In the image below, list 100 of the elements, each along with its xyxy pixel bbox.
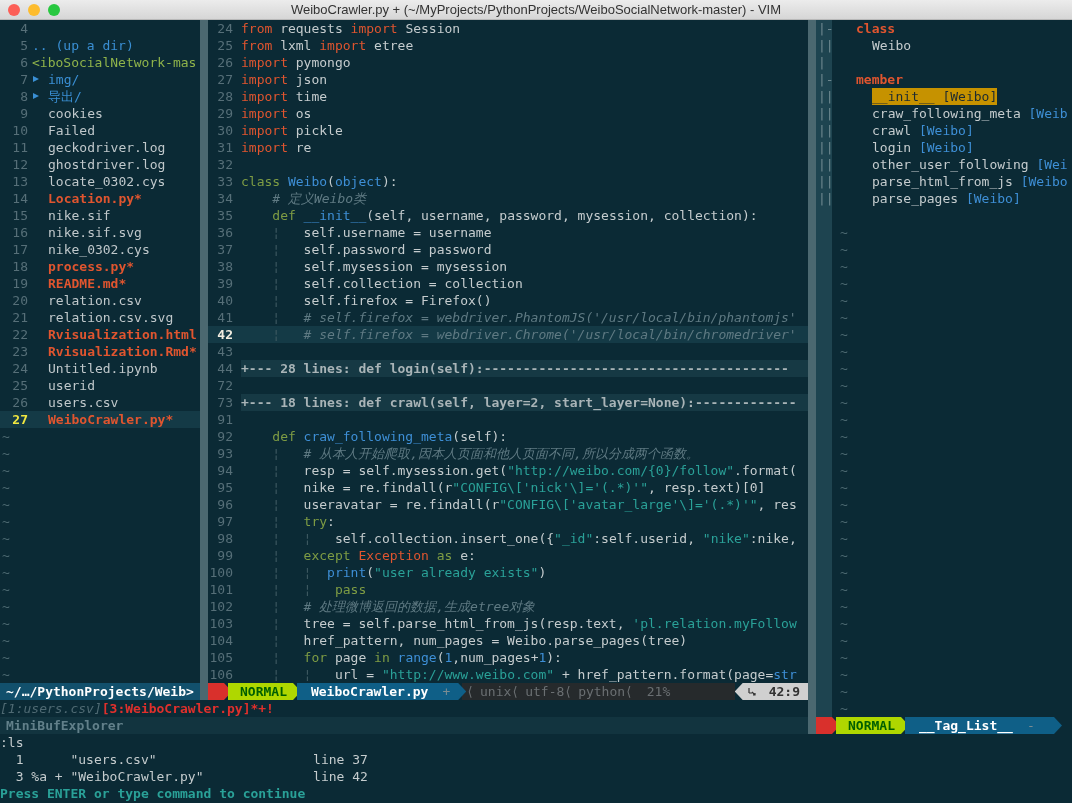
line-number: 96 (216, 496, 234, 513)
line-number: 24 (11, 360, 28, 377)
empty-line-marker: ~ (1, 598, 10, 615)
path-text: ~/…/PythonProjects/Weib> (6, 684, 194, 699)
empty-line-marker: ~ (839, 615, 848, 632)
code-line: ¦ # self.firefox = webdriver.PhantomJS('/usr/local/bin/phantomjs' (271, 309, 797, 326)
file-name[interactable]: userid (48, 377, 95, 394)
line-number: 91 (216, 411, 234, 428)
line-number: 17 (11, 241, 28, 258)
empty-line-marker: ~ (839, 326, 848, 343)
file-name[interactable]: Failed (48, 122, 95, 139)
fold-marker[interactable]: | (818, 55, 826, 70)
file-name[interactable]: nike.sif.svg (48, 224, 142, 241)
tag-entry[interactable]: other_user_following [Wei (872, 156, 1068, 173)
file-name[interactable]: Untitled.ipynb (48, 360, 158, 377)
file-name[interactable]: users.csv (48, 394, 119, 411)
empty-line-marker: ~ (839, 411, 848, 428)
line-number: 23 (11, 343, 28, 360)
file-name[interactable]: locate_0302.cys (48, 173, 166, 190)
line-number: 106 (208, 666, 234, 683)
file-name[interactable]: Location.py* (48, 190, 142, 207)
fold-marker[interactable]: || (818, 38, 834, 53)
file-name[interactable]: cookies (48, 105, 103, 122)
tag-entry[interactable]: parse_pages [Weibo] (872, 190, 1021, 207)
file-info: ⟨ unix⟨ utf-8⟨ python⟨ 21% (462, 683, 735, 700)
file-name[interactable]: Rvisualization.html (48, 326, 197, 343)
tag-group-heading[interactable]: class (856, 20, 896, 37)
tag-entry[interactable]: craw_following_meta [Weib (872, 105, 1068, 122)
code-line: ¦ nike = re.findall(r"CONFIG\['nick'\]='(.*)'", resp.text)[0] (271, 479, 766, 496)
code-line: def __init__(self, username, password, mysession, collection): (271, 207, 758, 224)
code-line: ¦ ¦ pass (271, 581, 367, 598)
line-number: 93 (216, 445, 234, 462)
empty-line-marker: ~ (1, 513, 10, 530)
tag-entry[interactable]: parse_html_from_js [Weibo (872, 173, 1068, 190)
line-number: 72 (216, 377, 234, 394)
tag-entry[interactable]: login [Weibo] (872, 139, 974, 156)
root-folder-name[interactable]: <iboSocialNetwork-mas (32, 54, 197, 71)
empty-line-marker: ~ (839, 241, 848, 258)
close-button[interactable] (8, 3, 20, 16)
folder-name[interactable]: 导出/ (48, 88, 82, 105)
code-line: ¦ tree = self.parse_html_from_js(resp.text, 'pl.relation.myFollow (271, 615, 797, 632)
tag-group-heading[interactable]: member (856, 71, 903, 88)
code-line: ¦ self.username = username (271, 224, 492, 241)
line-number: 31 (216, 139, 234, 156)
code-line: def craw_following_meta(self): (271, 428, 508, 445)
file-name[interactable]: relation.csv.svg (48, 309, 174, 326)
empty-line-marker: ~ (1, 462, 10, 479)
caret-icon[interactable] (32, 75, 40, 83)
fold-marker[interactable]: || (818, 123, 834, 138)
fold-marker[interactable]: || (818, 174, 834, 189)
fold-marker[interactable]: || (818, 191, 834, 206)
line-number: 27 (216, 71, 234, 88)
line-number: 36 (216, 224, 234, 241)
line-number: 42 (216, 326, 234, 343)
tag-entry[interactable]: Weibo (872, 37, 912, 54)
line-number: 19 (11, 275, 28, 292)
file-name[interactable]: relation.csv (48, 292, 142, 309)
fold-marker[interactable]: || (818, 157, 834, 172)
fold-marker[interactable]: || (818, 140, 834, 155)
file-name[interactable]: WeiboCrawler.py* (48, 411, 174, 428)
line-number: 24 (216, 20, 234, 37)
file-name[interactable]: geckodriver.log (48, 139, 166, 156)
empty-line-marker: ~ (1, 428, 10, 445)
folder-name[interactable]: img/ (48, 71, 80, 88)
line-number: 21 (11, 309, 28, 326)
line-number: 102 (208, 598, 234, 615)
buffer-list-line: 1 "users.csv" line 37 (14, 751, 368, 768)
file-name[interactable]: ghostdriver.log (48, 156, 166, 173)
code-line: import os (241, 105, 312, 122)
line-number: 104 (208, 632, 234, 649)
fold-marker[interactable]: |- (818, 72, 834, 87)
fold-marker[interactable]: || (818, 89, 834, 104)
empty-line-marker: ~ (839, 309, 848, 326)
caret-icon[interactable] (32, 92, 40, 100)
code-line: ¦ useravatar = re.findall(r"CONFIG\['avatar_large'\]='(.*)'", res (271, 496, 797, 513)
file-name[interactable]: nike.sif (48, 207, 111, 224)
line-number: 94 (216, 462, 234, 479)
buffer-name: __Tag_List__ - (904, 717, 1062, 734)
zoom-button[interactable] (48, 3, 60, 16)
tag-entry[interactable]: __init__ [Weibo] (872, 88, 998, 105)
window-title: WeiboCrawler.py + (~/MyProjects/PythonProjects/WeiboSocialNetwork-master) - VIM (289, 2, 783, 17)
code-line: ¦ ¦ url = "http://www.weibo.com" + href_pattern.format(page=str (271, 666, 797, 683)
tag-entry[interactable]: crawl [Weibo] (872, 122, 974, 139)
file-name[interactable]: Rvisualization.Rmd* (48, 343, 197, 360)
fold-marker[interactable]: || (818, 106, 834, 121)
buffer-tab[interactable]: [3:WeiboCrawler.py]*+! (101, 700, 274, 717)
file-name[interactable]: nike_0302.cys (48, 241, 150, 258)
line-number: 40 (216, 292, 234, 309)
file-name[interactable]: process.py* (48, 258, 135, 275)
code-line: ¦ try: (271, 513, 335, 530)
fold-marker[interactable]: |- (818, 21, 834, 36)
buffer-explorer-label: MiniBufExplorer (6, 718, 124, 733)
file-name[interactable]: README.md* (48, 275, 127, 292)
empty-line-marker: ~ (1, 564, 10, 581)
empty-line-marker: ~ (839, 462, 848, 479)
line-number: 32 (216, 156, 234, 173)
parent-folder-link[interactable]: .. (up a dir) (32, 37, 134, 54)
minimize-button[interactable] (28, 3, 40, 16)
line-number: 39 (216, 275, 234, 292)
line-number: 35 (216, 207, 234, 224)
